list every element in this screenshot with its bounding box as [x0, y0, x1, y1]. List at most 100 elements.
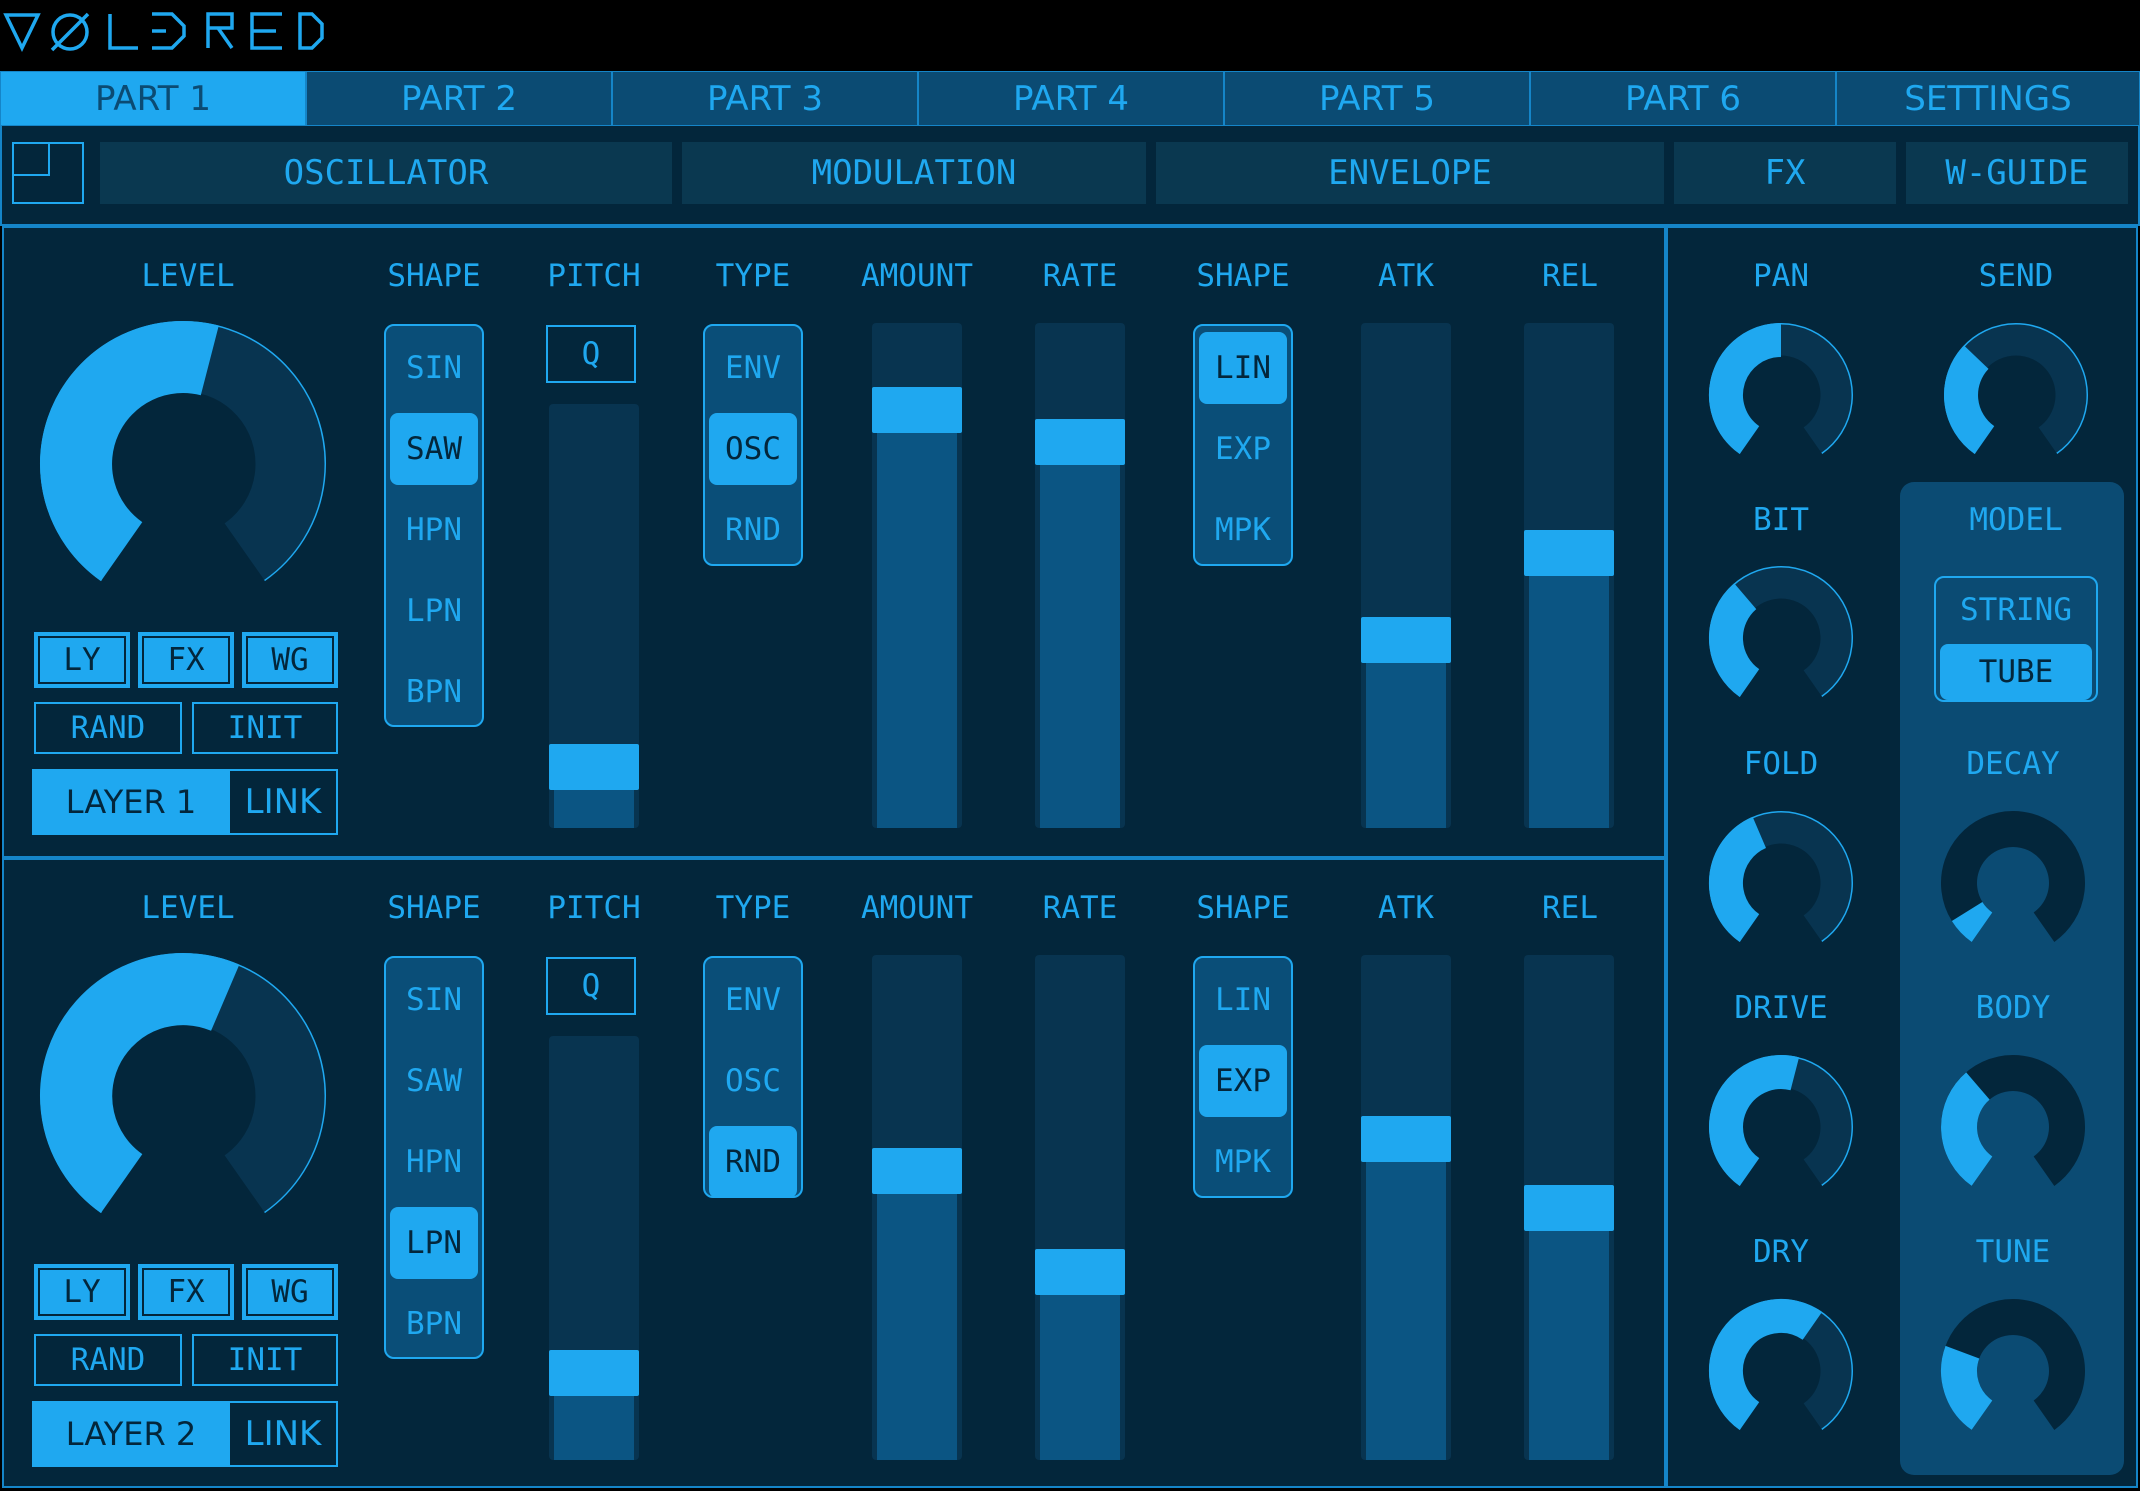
part-tab-settings[interactable]: SETTINGS: [1836, 71, 2140, 126]
layout-toggle-icon[interactable]: [12, 142, 84, 204]
fx-bit-knob[interactable]: [1706, 563, 1856, 713]
wguide-model-selector: STRING TUBE: [1934, 576, 2098, 702]
part-tab-part-2[interactable]: PART 2: [306, 71, 612, 126]
layer1-rel-slider-fill: [1529, 552, 1609, 828]
layer1-atk-slider[interactable]: [1361, 323, 1451, 828]
section-tab-oscillator[interactable]: OSCILLATOR: [100, 142, 672, 204]
fx-dry-label: DRY: [1753, 1234, 1809, 1270]
layer2-link-button[interactable]: LINK: [228, 1403, 336, 1465]
fx-send-label: SEND: [1978, 258, 2054, 294]
layer1-amount-slider-thumb[interactable]: [872, 387, 962, 434]
fx-fold-label: FOLD: [1743, 746, 1819, 782]
wguide-tune-knob[interactable]: [1938, 1296, 2088, 1446]
fx-send-knob[interactable]: [1941, 320, 2091, 470]
layer1-level-knob[interactable]: [37, 318, 329, 610]
layer1-rate-slider[interactable]: [1035, 323, 1125, 828]
layer2-pitch-label: PITCH: [547, 890, 641, 926]
layer1-amount-slider[interactable]: [872, 323, 962, 828]
part-tab-part-6[interactable]: PART 6: [1530, 71, 1836, 126]
shape-option-sin[interactable]: SIN: [390, 332, 478, 404]
fx-pan-knob[interactable]: [1706, 320, 1856, 470]
model-option-string[interactable]: STRING: [1940, 582, 2092, 638]
layer2-rate-slider-thumb[interactable]: [1035, 1248, 1125, 1295]
layer1-layer-bar: LAYER 1 LINK: [32, 769, 338, 835]
layer1-name[interactable]: LAYER 1: [34, 771, 228, 833]
layer2-amount-slider-thumb[interactable]: [872, 1147, 962, 1194]
layer2-rel-slider-thumb[interactable]: [1524, 1184, 1614, 1231]
layer1-rel-slider[interactable]: [1524, 323, 1614, 828]
mod-shape-option-exp[interactable]: EXP: [1199, 413, 1287, 485]
shape-option-saw[interactable]: SAW: [390, 413, 478, 485]
mod-shape-option-lin[interactable]: LIN: [1199, 964, 1287, 1036]
layer1-ly-button[interactable]: LY: [34, 632, 130, 688]
type-option-osc[interactable]: OSC: [709, 1045, 797, 1117]
shape-option-hpn[interactable]: HPN: [390, 1126, 478, 1198]
layer1-wg-button[interactable]: WG: [242, 632, 338, 688]
layer1-link-button[interactable]: LINK: [228, 771, 336, 833]
mod-shape-option-exp[interactable]: EXP: [1199, 1045, 1287, 1117]
type-option-env[interactable]: ENV: [709, 332, 797, 404]
type-option-env[interactable]: ENV: [709, 964, 797, 1036]
section-tab-modulation[interactable]: MODULATION: [682, 142, 1146, 204]
wguide-tune-label: TUNE: [1975, 1234, 2051, 1270]
layer1-rel-slider-thumb[interactable]: [1524, 529, 1614, 576]
type-option-rnd[interactable]: RND: [709, 1126, 797, 1198]
part-tab-part-4[interactable]: PART 4: [918, 71, 1224, 126]
layer1-type-selector: ENV OSC RND: [703, 324, 803, 566]
type-option-osc[interactable]: OSC: [709, 413, 797, 485]
mod-shape-option-mpk[interactable]: MPK: [1199, 1126, 1287, 1198]
shape-option-lpn[interactable]: LPN: [390, 1207, 478, 1279]
shape-option-lpn[interactable]: LPN: [390, 575, 478, 647]
layer1-pitch-slider[interactable]: [549, 404, 639, 828]
layer1-pitch-slider-thumb[interactable]: [549, 744, 639, 791]
layer2-rand-button[interactable]: RAND: [34, 1334, 182, 1386]
app-logo: [3, 12, 324, 53]
layer2-pitch-slider[interactable]: [549, 1036, 639, 1460]
layer2-level-label: LEVEL: [141, 890, 235, 926]
layer2-wg-button[interactable]: WG: [242, 1264, 338, 1320]
layer1-pitch-label: PITCH: [547, 258, 641, 294]
layer1-atk-slider-thumb[interactable]: [1361, 616, 1451, 663]
type-option-rnd[interactable]: RND: [709, 494, 797, 566]
model-option-tube[interactable]: TUBE: [1940, 644, 2092, 700]
fx-drive-knob[interactable]: [1706, 1052, 1856, 1202]
layer2-rate-slider[interactable]: [1035, 955, 1125, 1460]
layer2-atk-slider-thumb[interactable]: [1361, 1115, 1451, 1162]
shape-option-hpn[interactable]: HPN: [390, 494, 478, 566]
wguide-decay-knob[interactable]: [1938, 808, 2088, 958]
layer2-rate-slider-fill: [1040, 1271, 1120, 1460]
layer2-name[interactable]: LAYER 2: [34, 1403, 228, 1465]
shape-option-saw[interactable]: SAW: [390, 1045, 478, 1117]
fx-dry-knob[interactable]: [1706, 1296, 1856, 1446]
layer2-level-knob[interactable]: [37, 950, 329, 1242]
mod-shape-option-lin[interactable]: LIN: [1199, 332, 1287, 404]
part-tab-part-3[interactable]: PART 3: [612, 71, 918, 126]
layer2-rel-slider[interactable]: [1524, 955, 1614, 1460]
wguide-model-label: MODEL: [1969, 502, 2063, 538]
layer2-fx-button[interactable]: FX: [138, 1264, 234, 1320]
layer1-rate-label: RATE: [1042, 258, 1118, 294]
layer2-init-button[interactable]: INIT: [192, 1334, 338, 1386]
mod-shape-option-mpk[interactable]: MPK: [1199, 494, 1287, 566]
shape-option-sin[interactable]: SIN: [390, 964, 478, 1036]
shape-option-bpn[interactable]: BPN: [390, 1288, 478, 1360]
layer2-atk-slider[interactable]: [1361, 955, 1451, 1460]
layer1-rate-slider-thumb[interactable]: [1035, 419, 1125, 466]
layer2-pitch-quantize-button[interactable]: Q: [546, 957, 636, 1015]
layer2-ly-button[interactable]: LY: [34, 1264, 130, 1320]
layer1-rand-button[interactable]: RAND: [34, 702, 182, 754]
layer1-init-button[interactable]: INIT: [192, 702, 338, 754]
part-tab-part-5[interactable]: PART 5: [1224, 71, 1530, 126]
layer2-type-selector: ENV OSC RND: [703, 956, 803, 1198]
wguide-body-knob[interactable]: [1938, 1052, 2088, 1202]
section-tab-w-guide[interactable]: W-GUIDE: [1906, 142, 2128, 204]
section-tab-fx[interactable]: FX: [1674, 142, 1896, 204]
layer1-fx-button[interactable]: FX: [138, 632, 234, 688]
layer2-amount-slider[interactable]: [872, 955, 962, 1460]
layer1-pitch-quantize-button[interactable]: Q: [546, 325, 636, 383]
layer2-pitch-slider-thumb[interactable]: [549, 1349, 639, 1396]
fx-fold-knob[interactable]: [1706, 808, 1856, 958]
part-tab-part-1[interactable]: PART 1: [0, 71, 306, 126]
shape-option-bpn[interactable]: BPN: [390, 656, 478, 728]
section-tab-envelope[interactable]: ENVELOPE: [1156, 142, 1664, 204]
